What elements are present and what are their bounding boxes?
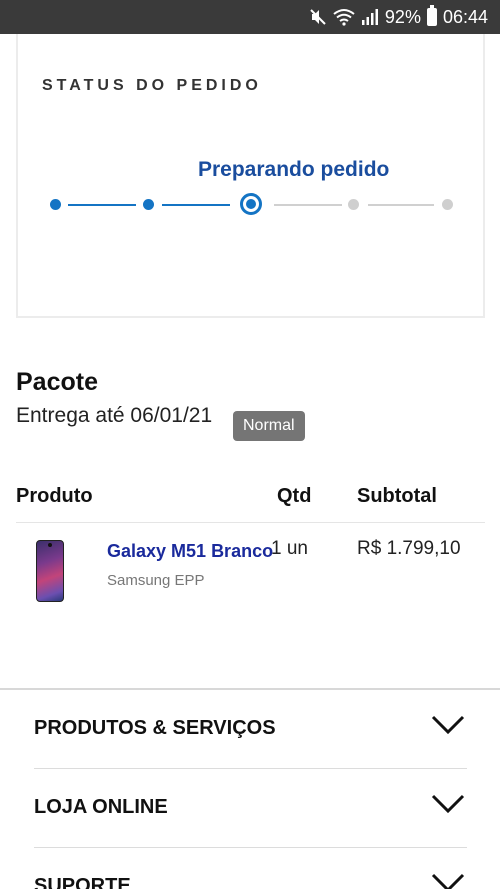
order-progress-stepper	[18, 193, 487, 224]
column-header-qty: Qtd	[277, 485, 312, 507]
table-divider	[16, 522, 485, 523]
status-bar: 92% 06:44	[0, 0, 500, 34]
current-step-label: Preparando pedido	[198, 158, 390, 181]
step-dot-5	[442, 199, 453, 210]
status-bar-icons: 92% 06:44	[309, 0, 488, 34]
mute-icon	[310, 9, 326, 25]
battery-percent: 92%	[384, 6, 421, 27]
product-subtotal: R$ 1.799,10	[357, 538, 461, 559]
footer-menu-label: SUPORTE	[34, 875, 131, 889]
product-name-link[interactable]: Galaxy M51 Branco	[107, 541, 273, 562]
battery-icon	[426, 5, 437, 26]
chevron-down-icon[interactable]	[431, 872, 465, 889]
signal-icon	[361, 9, 378, 25]
footer-menu-online-store[interactable]: LOJA ONLINE	[34, 769, 467, 848]
step-dot-2	[143, 199, 154, 210]
order-status-card: STATUS DO PEDIDO Preparando pedido	[16, 34, 485, 318]
step-line-1	[68, 204, 136, 206]
footer-menu-label: PRODUTOS & SERVIÇOS	[34, 717, 276, 739]
footer-menu-support[interactable]: SUPORTE	[34, 848, 467, 889]
column-header-product: Produto	[16, 485, 93, 507]
wifi-icon	[333, 9, 355, 26]
step-line-2	[162, 204, 230, 206]
chevron-down-icon[interactable]	[431, 714, 465, 736]
step-dot-4	[348, 199, 359, 210]
footer-menu-products-services[interactable]: PRODUTOS & SERVIÇOS	[34, 690, 467, 769]
shipping-type-badge: Normal	[233, 411, 305, 441]
step-line-3	[274, 204, 342, 206]
step-dot-3-current	[240, 193, 262, 215]
product-qty: 1 un	[271, 538, 308, 559]
column-header-subtotal: Subtotal	[357, 485, 437, 507]
order-status-title: STATUS DO PEDIDO	[42, 77, 262, 94]
clock: 06:44	[442, 6, 488, 27]
product-thumbnail[interactable]	[36, 540, 64, 602]
step-dot-1	[50, 199, 61, 210]
chevron-down-icon[interactable]	[431, 793, 465, 815]
footer-menu-label: LOJA ONLINE	[34, 796, 168, 818]
package-title: Pacote	[16, 368, 98, 396]
product-seller: Samsung EPP	[107, 572, 205, 589]
step-line-4	[368, 204, 434, 206]
delivery-date: Entrega até 06/01/21	[16, 404, 213, 427]
